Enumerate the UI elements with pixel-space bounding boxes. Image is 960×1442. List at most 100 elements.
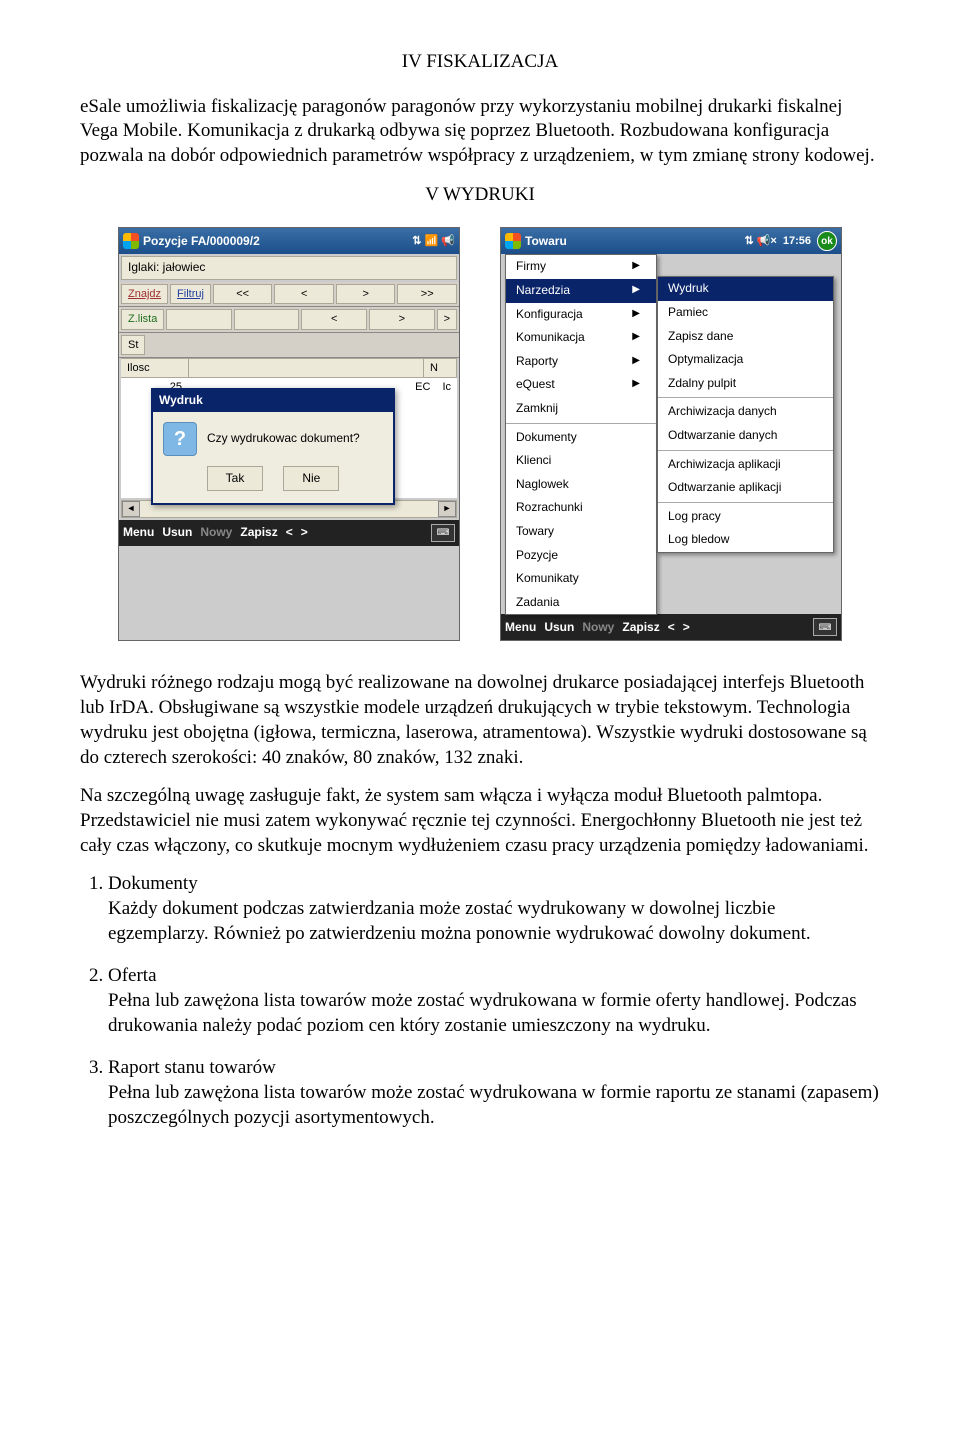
- list-item-title: Oferta: [108, 964, 880, 989]
- clock: 17:56: [783, 234, 811, 248]
- no-button[interactable]: Nie: [283, 466, 339, 492]
- window-title-2: Towaru: [525, 234, 567, 250]
- menu-item-konfiguracja[interactable]: Konfiguracja▶: [506, 303, 656, 327]
- prev-button[interactable]: <: [286, 525, 293, 541]
- save-button[interactable]: Zapisz: [240, 525, 277, 541]
- menu-item-zamknij[interactable]: Zamknij: [506, 397, 656, 421]
- status-icons: ⇅ 📶 📢: [412, 234, 455, 248]
- menu-button[interactable]: Menu: [123, 525, 154, 541]
- filter-button[interactable]: Filtruj: [170, 284, 211, 304]
- list-item-title: Dokumenty: [108, 872, 880, 897]
- item-label: Iglaki: jałowiec: [121, 256, 457, 280]
- menu-item-equest[interactable]: eQuest▶: [506, 373, 656, 397]
- submenu-item-pamiec[interactable]: Pamiec: [658, 301, 833, 325]
- status-icons-2: ⇅ 📢× 17:56 ok: [744, 231, 837, 251]
- dialog-text: Czy wydrukowac dokument?: [207, 431, 360, 447]
- submenu-arrow-icon: ▶: [632, 330, 640, 346]
- submenu-item-log-bledow[interactable]: Log bledow: [658, 528, 833, 552]
- nav-prev-button[interactable]: <: [274, 284, 334, 304]
- next-button[interactable]: >: [301, 525, 308, 541]
- toolbar-row-1: Znajdz Filtruj << < > >>: [119, 282, 459, 307]
- find-button[interactable]: Znajdz: [121, 284, 168, 304]
- new-button[interactable]: Nowy: [582, 620, 614, 636]
- menu-item-klienci[interactable]: Klienci: [506, 449, 656, 473]
- pda-screenshot-1: Pozycje FA/000009/2 ⇅ 📶 📢 Iglaki: jałowi…: [118, 227, 460, 641]
- menu-area: Firmy▶Narzedzia▶Konfiguracja▶Komunikacja…: [501, 254, 841, 614]
- narzedzia-submenu: WydrukPamiecZapisz daneOptymalizacjaZdal…: [657, 276, 834, 553]
- menu-item-firmy[interactable]: Firmy▶: [506, 255, 656, 279]
- delete-button[interactable]: Usun: [544, 620, 574, 636]
- st-button[interactable]: St: [121, 335, 145, 355]
- submenu-item-archiwizacja-aplikacji[interactable]: Archiwizacja aplikacji: [658, 453, 833, 477]
- main-menu: Firmy▶Narzedzia▶Konfiguracja▶Komunikacja…: [505, 254, 657, 615]
- list-item: OfertaPełna lub zawężona lista towarów m…: [108, 964, 880, 1038]
- titlebar: Pozycje FA/000009/2 ⇅ 📶 📢: [119, 228, 459, 254]
- menu-item-pozycje[interactable]: Pozycje: [506, 544, 656, 568]
- submenu-item-odtwarzanie-aplikacji[interactable]: Odtwarzanie aplikacji: [658, 476, 833, 500]
- bottom-bar: Menu Usun Nowy Zapisz < > ⌨: [119, 520, 459, 546]
- nav-next-2[interactable]: >: [369, 309, 435, 329]
- save-button[interactable]: Zapisz: [622, 620, 659, 636]
- grid-header: Ilosc N: [121, 358, 457, 378]
- section-v-title: V WYDRUKI: [80, 183, 880, 208]
- nav-last-button[interactable]: >>: [397, 284, 457, 304]
- menu-item-rozrachunki[interactable]: Rozrachunki: [506, 496, 656, 520]
- scroll-left-icon[interactable]: ◄: [122, 501, 140, 517]
- submenu-arrow-icon: ▶: [632, 307, 640, 323]
- bottom-bar-2: Menu Usun Nowy Zapisz < > ⌨: [501, 614, 841, 640]
- submenu-item-zapisz-dane[interactable]: Zapisz dane: [658, 325, 833, 349]
- nav-end-2[interactable]: >: [437, 309, 457, 329]
- toolbar-row-3: St: [119, 333, 459, 358]
- start-button[interactable]: Pozycje FA/000009/2: [123, 233, 260, 249]
- para-wydruki-1: Wydruki różnego rodzaju mogą być realizo…: [80, 671, 880, 770]
- scroll-right-icon[interactable]: ►: [438, 501, 456, 517]
- delete-button[interactable]: Usun: [162, 525, 192, 541]
- blank-button[interactable]: [166, 309, 232, 329]
- nav-first-button[interactable]: <<: [213, 284, 273, 304]
- zlista-button[interactable]: Z.lista: [121, 309, 164, 329]
- list-item-body: Pełna lub zawężona lista towarów może zo…: [108, 989, 880, 1038]
- menu-item-komunikacja[interactable]: Komunikacja▶: [506, 326, 656, 350]
- pda-screenshot-2: Towaru ⇅ 📢× 17:56 ok Firmy▶Narzedzia▶Kon…: [500, 227, 842, 641]
- blank-button-2[interactable]: [234, 309, 300, 329]
- submenu-item-log-pracy[interactable]: Log pracy: [658, 505, 833, 529]
- nav-prev-2[interactable]: <: [301, 309, 367, 329]
- menu-item-raporty[interactable]: Raporty▶: [506, 350, 656, 374]
- submenu-item-zdalny-pulpit[interactable]: Zdalny pulpit: [658, 372, 833, 396]
- yes-button[interactable]: Tak: [207, 466, 264, 492]
- windows-flag-icon: [123, 233, 139, 249]
- keyboard-icon[interactable]: ⌨: [813, 618, 837, 636]
- menu-item-dokumenty[interactable]: Dokumenty: [506, 426, 656, 450]
- keyboard-icon[interactable]: ⌨: [431, 524, 455, 542]
- submenu-item-archiwizacja-danych[interactable]: Archiwizacja danych: [658, 400, 833, 424]
- prev-button[interactable]: <: [668, 620, 675, 636]
- menu-item-naglowek[interactable]: Naglowek: [506, 473, 656, 497]
- ok-button[interactable]: ok: [817, 231, 837, 251]
- submenu-arrow-icon: ▶: [632, 354, 640, 370]
- new-button[interactable]: Nowy: [200, 525, 232, 541]
- col-n[interactable]: N: [424, 359, 457, 377]
- list-item: Raport stanu towarówPełna lub zawężona l…: [108, 1056, 880, 1130]
- submenu-item-odtwarzanie-danych[interactable]: Odtwarzanie danych: [658, 424, 833, 448]
- numbered-list: DokumentyKażdy dokument podczas zatwierd…: [80, 872, 880, 1130]
- menu-button[interactable]: Menu: [505, 620, 536, 636]
- next-button[interactable]: >: [683, 620, 690, 636]
- menu-item-narzedzia[interactable]: Narzedzia▶: [506, 279, 656, 303]
- col-ilosc[interactable]: Ilosc: [121, 359, 189, 377]
- submenu-arrow-icon: ▶: [632, 377, 640, 393]
- menu-item-komunikaty[interactable]: Komunikaty: [506, 567, 656, 591]
- dialog-title: Wydruk: [153, 390, 393, 412]
- window-title: Pozycje FA/000009/2: [143, 234, 260, 250]
- start-button-2[interactable]: Towaru: [505, 233, 567, 249]
- menu-item-zadania[interactable]: Zadania: [506, 591, 656, 615]
- toolbar-row-2: Z.lista < > >: [119, 307, 459, 332]
- menu-item-towary[interactable]: Towary: [506, 520, 656, 544]
- submenu-arrow-icon: ▶: [632, 259, 640, 275]
- submenu-item-optymalizacja[interactable]: Optymalizacja: [658, 348, 833, 372]
- cell-ec: EC: [409, 378, 436, 396]
- cell-ic: Ic: [436, 378, 457, 396]
- para-wydruki-2: Na szczególną uwagę zasługuje fakt, że s…: [80, 784, 880, 858]
- submenu-item-wydruk[interactable]: Wydruk: [658, 277, 833, 301]
- nav-next-button[interactable]: >: [336, 284, 396, 304]
- screenshots-row: Pozycje FA/000009/2 ⇅ 📶 📢 Iglaki: jałowi…: [80, 227, 880, 641]
